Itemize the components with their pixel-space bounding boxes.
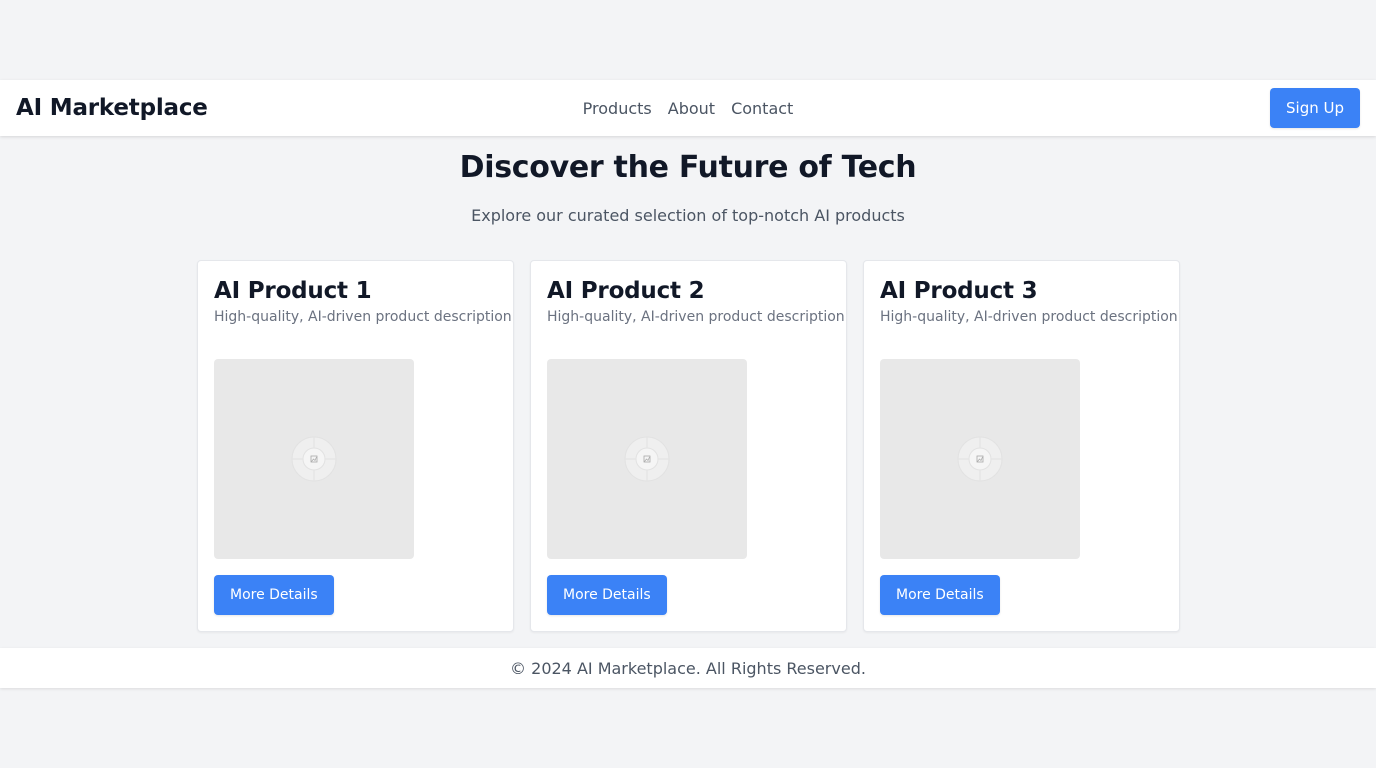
product-description: High-quality, AI-driven product descript… bbox=[214, 309, 512, 325]
footer-copyright: © 2024 AI Marketplace. All Rights Reserv… bbox=[510, 658, 866, 678]
image-placeholder-icon bbox=[624, 436, 670, 482]
more-details-button[interactable]: More Details bbox=[880, 575, 1000, 615]
hero-title: Discover the Future of Tech bbox=[459, 150, 917, 185]
main-nav: Products About Contact bbox=[583, 80, 794, 136]
product-image bbox=[547, 359, 747, 559]
site-logo[interactable]: AI Marketplace bbox=[16, 95, 208, 121]
sign-up-button[interactable]: Sign Up bbox=[1270, 88, 1360, 128]
nav-link-about[interactable]: About bbox=[668, 99, 715, 118]
hero-subtitle: Explore our curated selection of top-not… bbox=[471, 206, 905, 225]
product-grid: AI Product 1 High-quality, AI-driven pro… bbox=[197, 260, 1180, 632]
site-footer: © 2024 AI Marketplace. All Rights Reserv… bbox=[0, 648, 1376, 688]
product-title: AI Product 1 bbox=[214, 278, 372, 304]
product-description: High-quality, AI-driven product descript… bbox=[547, 309, 845, 325]
page: AI Marketplace Products About Contact Si… bbox=[0, 0, 1376, 768]
nav-link-contact[interactable]: Contact bbox=[731, 99, 793, 118]
more-details-button[interactable]: More Details bbox=[214, 575, 334, 615]
product-card: AI Product 1 High-quality, AI-driven pro… bbox=[197, 260, 514, 632]
site-header: AI Marketplace Products About Contact Si… bbox=[0, 80, 1376, 136]
product-image bbox=[214, 359, 414, 559]
product-card: AI Product 2 High-quality, AI-driven pro… bbox=[530, 260, 847, 632]
product-title: AI Product 3 bbox=[880, 278, 1038, 304]
nav-link-products[interactable]: Products bbox=[583, 99, 652, 118]
product-title: AI Product 2 bbox=[547, 278, 705, 304]
image-placeholder-icon bbox=[291, 436, 337, 482]
product-card: AI Product 3 High-quality, AI-driven pro… bbox=[863, 260, 1180, 632]
product-description: High-quality, AI-driven product descript… bbox=[880, 309, 1178, 325]
product-image bbox=[880, 359, 1080, 559]
more-details-button[interactable]: More Details bbox=[547, 575, 667, 615]
image-placeholder-icon bbox=[957, 436, 1003, 482]
